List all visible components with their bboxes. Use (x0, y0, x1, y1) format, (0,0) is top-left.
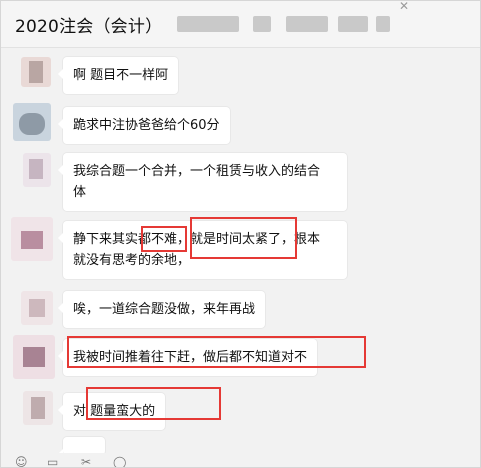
avatar[interactable] (11, 217, 53, 261)
message-text: 体 (73, 185, 87, 200)
redacted-title-part (338, 16, 368, 32)
redacted-title-part (376, 16, 390, 32)
highlight-box (141, 226, 187, 252)
redacted-title-part (253, 16, 271, 32)
avatar[interactable] (21, 57, 51, 87)
highlight-box (190, 217, 297, 259)
emoji-icon[interactable]: ☺ (15, 455, 28, 467)
avatar[interactable] (21, 291, 53, 325)
close-icon[interactable]: ✕ (399, 1, 409, 13)
chat-window: 2020注会（会计） ✕ 啊 题目不一样阿 跪求中注协爸爸给个60分 我综合题一… (0, 0, 481, 468)
chat-title: 2020注会（会计） (15, 17, 163, 37)
message-bubble[interactable]: 啊 题目不一样阿 (57, 57, 179, 94)
message-text: 跪求中注协爸爸给个60分 (73, 118, 220, 133)
avatar[interactable] (13, 335, 55, 379)
message-bubble[interactable]: 我综合题一个合并，一个租赁与收入的结合 体 (58, 153, 347, 211)
avatar[interactable] (23, 391, 53, 425)
message-bubble[interactable]: 唉，一道综合题没做，来年再战 (57, 291, 266, 328)
message-text: 唉，一道综合题没做，来年再战 (73, 302, 256, 317)
scissors-icon[interactable]: ✂ (81, 455, 91, 467)
folder-icon[interactable]: ▭ (47, 455, 58, 467)
message-bubble[interactable]: 跪求中注协爸爸给个60分 (58, 107, 230, 144)
avatar[interactable] (13, 103, 51, 141)
message-text: 我综合题一个合并，一个租赁与收入的结合 (73, 164, 321, 179)
chat-history-icon[interactable]: ◯ (113, 455, 126, 467)
redacted-title-part (286, 16, 328, 32)
message-text: 啊 题目不一样阿 (73, 68, 169, 83)
avatar[interactable] (23, 153, 51, 187)
highlight-box (86, 387, 221, 420)
input-toolbar: ☺ ▭ ✂ ◯ (1, 453, 480, 467)
redacted-title-part (177, 16, 239, 32)
highlight-box (67, 336, 366, 368)
title-bar: 2020注会（会计） ✕ (1, 1, 480, 48)
